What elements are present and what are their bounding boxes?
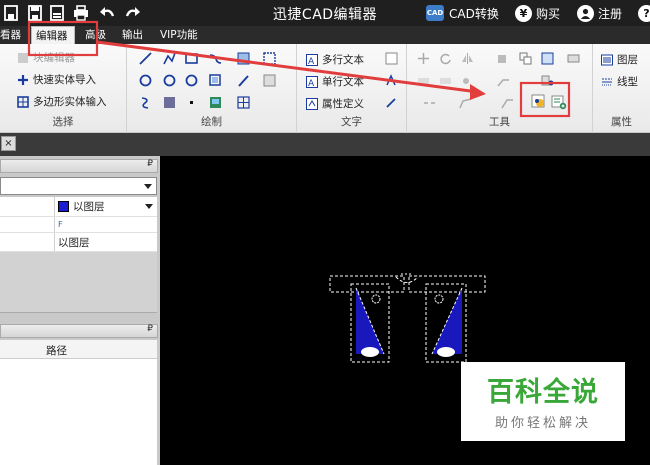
annotation-arrowhead xyxy=(470,84,486,100)
cad-editor-window: 迅捷CAD编辑器 CAD CAD转换 ¥ 购买 注册 ? 看器 编辑器 高级 输… xyxy=(0,0,650,465)
highlight-editor-menu xyxy=(27,20,99,57)
watermark-title: 百科全说 xyxy=(487,377,599,408)
watermark: 百科全说 助你轻松解决 xyxy=(461,362,625,441)
watermark-subtitle: 助你轻松解决 xyxy=(494,416,591,431)
annotation-arrow xyxy=(96,40,479,94)
highlight-tool-buttons xyxy=(519,81,571,118)
